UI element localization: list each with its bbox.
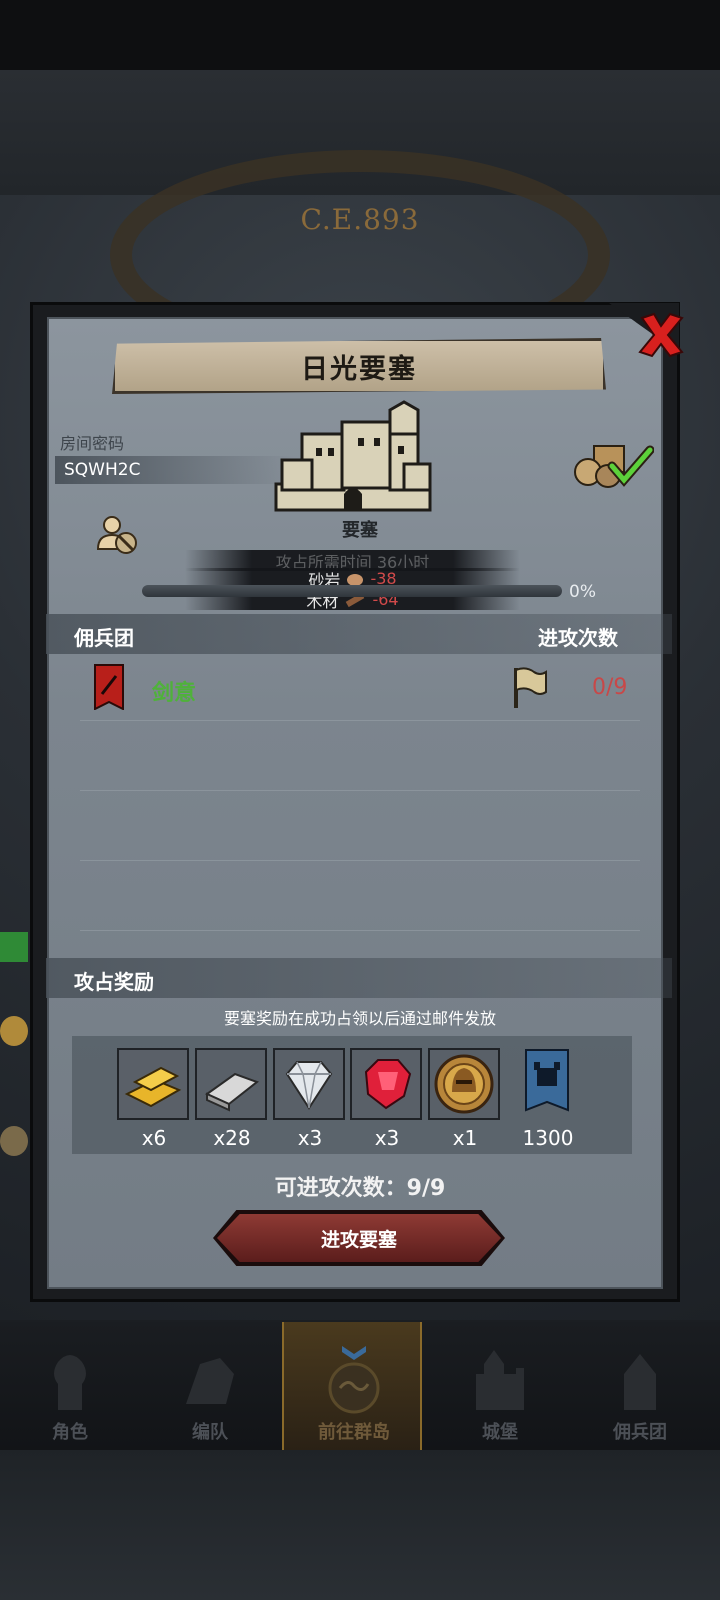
fortress-banner-icon [525,1049,569,1112]
reward-slot[interactable] [117,1048,191,1122]
reward-slot[interactable] [510,1048,584,1122]
reward-qty: x1 [452,1126,478,1150]
resource-collect-icon[interactable] [572,440,654,488]
reward-slot[interactable] [350,1048,424,1122]
mercenary-icon [624,1354,656,1410]
reward-slot[interactable] [273,1048,347,1122]
fortress-icon [274,400,432,512]
room-code[interactable]: SQWH2C [64,460,140,480]
nav-item-character[interactable]: 角色 [0,1322,140,1450]
reward-qty: 1300 [522,1126,574,1150]
status-bar-area [0,0,720,70]
nav-item-formation[interactable]: 编队 [140,1322,280,1450]
mercenary-name[interactable]: 剑意 [152,675,196,707]
reward-qty: x3 [374,1126,400,1150]
bottom-nav: 角色 编队 前往群岛 城堡 佣兵团 [0,1322,720,1450]
knight-icon [54,1355,86,1410]
reward-header: 攻占奖励 [74,970,154,994]
capture-progress-bar [142,585,562,597]
dialog-title: 日光要塞 [301,353,417,385]
cost-list: 攻占所需时间 36小时 砂岩 -38 木材 -64 [185,550,520,611]
mercenary-header: 佣兵团 [74,626,134,650]
reward-slot[interactable] [195,1048,269,1122]
attack-count-header: 进攻次数 [538,626,618,650]
side-search-icon[interactable] [0,1126,28,1156]
attack-fortress-label: 进攻要塞 [320,1228,397,1251]
nav-label: 前往群岛 [318,1422,390,1443]
gold-bar-icon [124,1066,182,1108]
close-icon[interactable] [636,310,686,360]
ruby-icon [364,1059,412,1110]
row-divider [80,930,640,931]
row-divider [80,720,640,721]
diamond-icon [285,1061,333,1110]
helmet-medal-icon [434,1054,494,1114]
reward-note: 要塞奖励在成功占领以后通过邮件发放 [223,1009,496,1028]
user-blocked-icon[interactable] [96,513,140,557]
title-banner: 日光要塞 [112,338,606,394]
nav-label: 城堡 [482,1422,518,1443]
nav-item-castle[interactable]: 城堡 [430,1322,570,1450]
side-quest-icon[interactable] [0,932,28,962]
reward-slot[interactable] [428,1048,502,1122]
attack-fortress-button[interactable]: 进攻要塞 [213,1210,505,1266]
castle-icon [476,1350,524,1410]
attacks-remaining: 可进攻次数：9/9 [274,1176,446,1201]
nav-item-mercenary[interactable]: 佣兵团 [570,1322,710,1450]
flag-icon [514,667,547,708]
formation-icon [186,1358,234,1404]
era-label: C.E.893 [300,203,420,236]
capture-progress-text: 0% [569,582,596,602]
nav-item-islands[interactable]: 前往群岛 [282,1322,422,1450]
nav-label: 编队 [192,1422,228,1443]
nav-label: 角色 [52,1422,88,1443]
reward-qty: x6 [141,1126,167,1150]
nav-label: 佣兵团 [613,1422,667,1443]
reward-qty: x28 [213,1126,251,1150]
room-password-label: 房间密码 [60,434,125,453]
row-divider [80,790,640,791]
mercenary-banner-icon [94,664,124,710]
islands-icon [328,1346,380,1414]
mercenary-attack-count: 0/9 [592,675,628,700]
iron-bar-icon [205,1072,260,1112]
row-divider [80,860,640,861]
bottom-area [0,1450,720,1600]
